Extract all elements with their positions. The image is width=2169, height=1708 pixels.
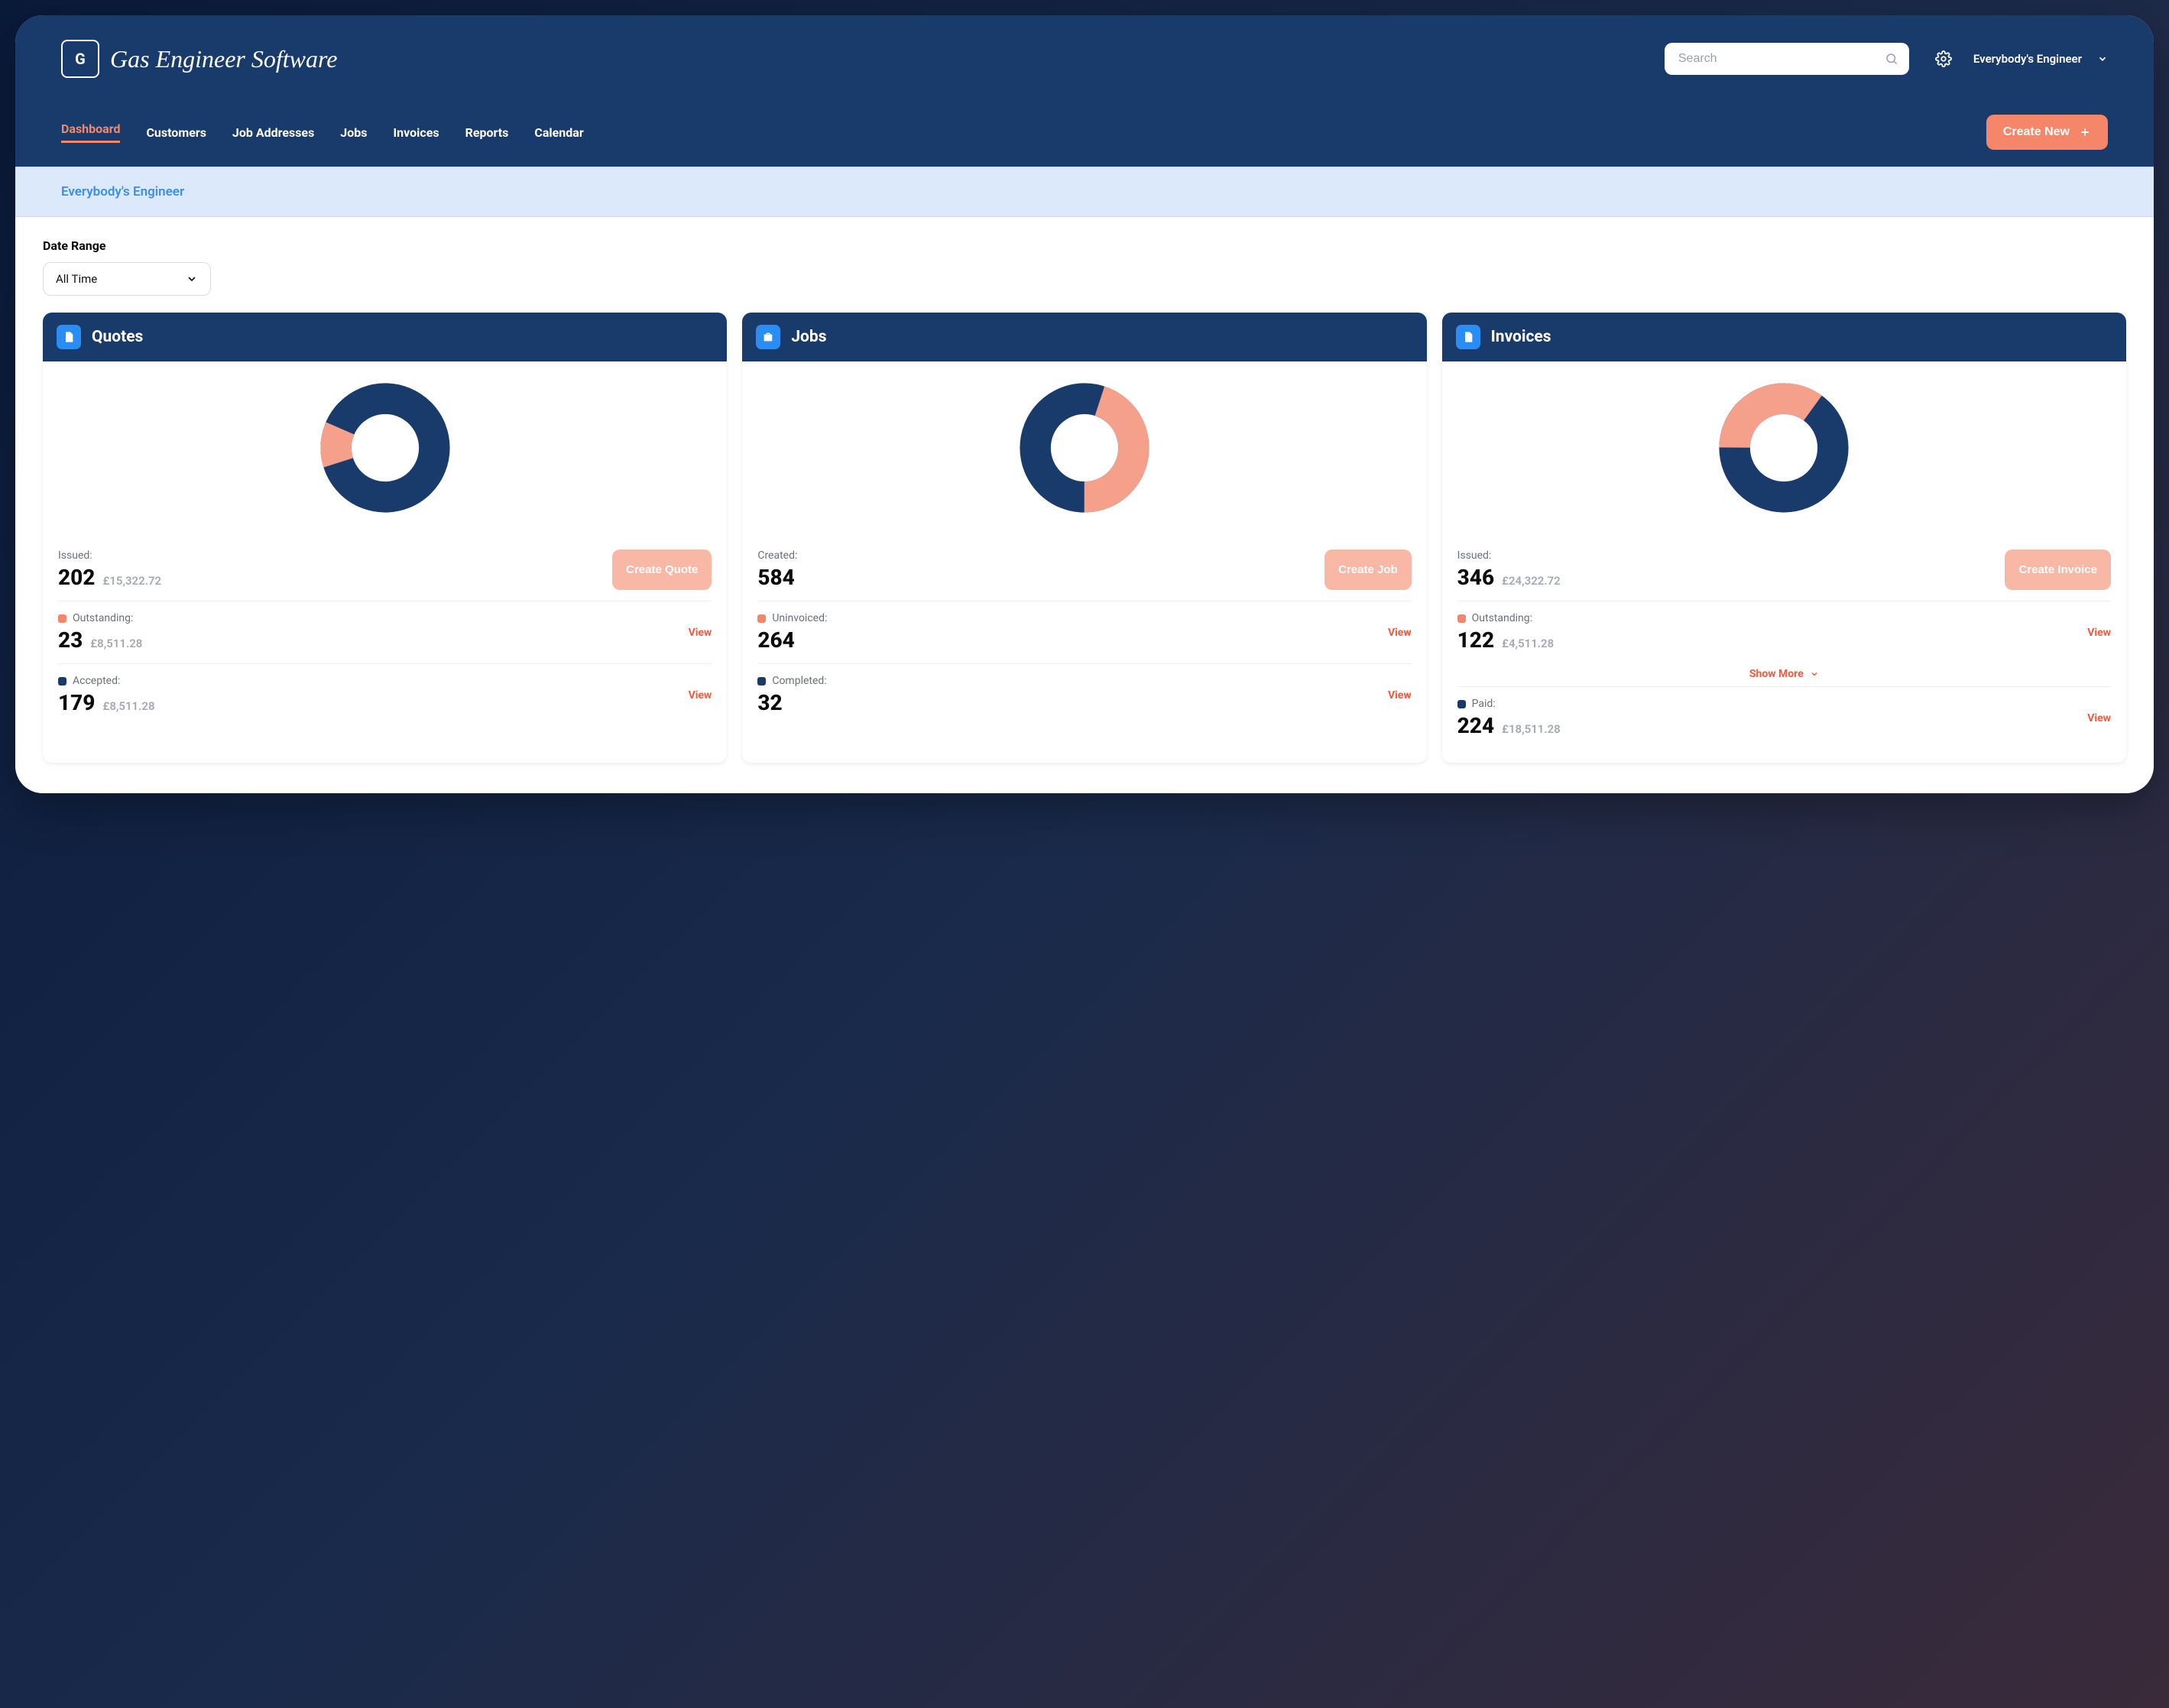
nav-jobs[interactable]: Jobs [340, 125, 367, 140]
nav-job-addresses[interactable]: Job Addresses [232, 125, 314, 140]
chevron-down-icon [2097, 53, 2108, 64]
card-title: Quotes [92, 328, 143, 346]
content: Date Range All Time Quotes [15, 217, 2154, 793]
user-name: Everybody's Engineer [1973, 52, 2082, 66]
briefcase-icon [756, 325, 780, 349]
jobs-card: Jobs Created: 584 [742, 313, 1426, 763]
status-dot [1457, 700, 1466, 708]
stat-label: Outstanding: [73, 612, 133, 624]
header: G Gas Engineer Software Everybody's Engi… [15, 15, 2154, 167]
stat-amount: £18,511.28 [1502, 722, 1561, 736]
stat-label: Outstanding: [1472, 612, 1532, 624]
date-range-label: Date Range [43, 238, 2126, 253]
cards-grid: Quotes Issued: 202 £15,322.72 [43, 313, 2126, 763]
view-link[interactable]: View [689, 627, 712, 639]
status-dot [58, 677, 66, 685]
user-menu[interactable]: Everybody's Engineer [1973, 52, 2108, 66]
view-link[interactable]: View [689, 689, 712, 702]
stat-label: Issued: [1457, 549, 1492, 562]
stat-label: Created: [757, 549, 797, 562]
nav-invoices[interactable]: Invoices [393, 125, 439, 140]
stat-value: 346 [1457, 565, 1494, 590]
invoices-card: Invoices Issued: 346 £24,322.72 [1442, 313, 2126, 763]
stat-label: Accepted: [73, 675, 120, 687]
view-link[interactable]: View [1388, 689, 1412, 702]
stat-value: 202 [58, 565, 95, 590]
show-more-link[interactable]: Show More [1457, 663, 2111, 686]
stat-amount: £8,511.28 [90, 637, 142, 650]
search-icon[interactable] [1885, 52, 1898, 66]
stat-value: 584 [757, 565, 794, 590]
stat-amount: £4,511.28 [1502, 637, 1554, 650]
stat-value: 122 [1457, 627, 1494, 653]
stat-label: Issued: [58, 549, 92, 562]
stat-label: Paid: [1472, 698, 1496, 710]
status-dot [757, 614, 766, 623]
company-name: Everybody's Engineer [61, 184, 184, 199]
nav-reports[interactable]: Reports [465, 125, 509, 140]
logo-text: Gas Engineer Software [110, 45, 337, 73]
quotes-card: Quotes Issued: 202 £15,322.72 [43, 313, 727, 763]
nav-dashboard[interactable]: Dashboard [61, 122, 120, 143]
stat-value: 179 [58, 690, 95, 715]
stat-value: 264 [757, 627, 794, 653]
status-dot [58, 614, 66, 623]
nav-customers[interactable]: Customers [146, 125, 206, 140]
stat-amount: £8,511.28 [102, 699, 154, 713]
chevron-down-icon [186, 273, 198, 285]
date-range-select[interactable]: All Time [43, 262, 211, 296]
date-range-value: All Time [56, 272, 97, 286]
card-title: Jobs [791, 328, 826, 346]
card-title: Invoices [1491, 328, 1551, 346]
logo: G Gas Engineer Software [61, 40, 337, 78]
create-new-label: Create New [2003, 125, 2070, 139]
chevron-down-icon [1810, 669, 1819, 679]
company-banner: Everybody's Engineer [15, 167, 2154, 217]
view-link[interactable]: View [2087, 712, 2111, 724]
status-dot [1457, 614, 1466, 623]
invoice-icon [1456, 325, 1480, 349]
stat-value: 23 [58, 627, 83, 653]
stat-amount: £15,322.72 [102, 574, 161, 588]
document-icon [57, 325, 81, 349]
view-link[interactable]: View [2087, 627, 2111, 639]
stat-amount: £24,322.72 [1502, 574, 1561, 588]
status-dot [757, 677, 766, 685]
stat-label: Uninvoiced: [772, 612, 827, 624]
stat-value: 32 [757, 690, 782, 715]
stat-label: Completed: [772, 675, 826, 687]
nav: Dashboard Customers Job Addresses Jobs I… [61, 101, 2108, 167]
create-invoice-button[interactable]: Create Invoice [2005, 549, 2111, 590]
create-job-button[interactable]: Create Job [1324, 549, 1412, 590]
plus-icon [2079, 126, 2091, 138]
stat-value: 224 [1457, 713, 1494, 738]
gear-icon[interactable] [1935, 50, 1952, 67]
logo-mark-text: G [75, 50, 86, 68]
view-link[interactable]: View [1388, 627, 1412, 639]
create-quote-button[interactable]: Create Quote [612, 549, 712, 590]
invoices-donut-chart [1442, 361, 2126, 539]
show-more-label: Show More [1749, 668, 1804, 680]
search-input[interactable] [1665, 43, 1909, 75]
logo-mark: G [61, 40, 99, 78]
nav-calendar[interactable]: Calendar [534, 125, 583, 140]
app-window: G Gas Engineer Software Everybody's Engi… [15, 15, 2154, 793]
search-box [1665, 43, 1909, 75]
quotes-donut-chart [43, 361, 727, 539]
create-new-button[interactable]: Create New [1986, 115, 2108, 150]
jobs-donut-chart [742, 361, 1426, 539]
